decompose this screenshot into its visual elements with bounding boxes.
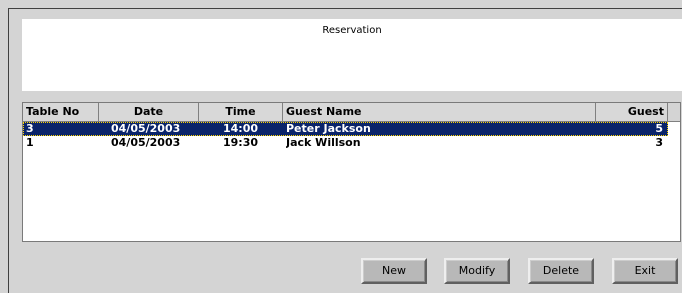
- column-header-guest-name[interactable]: Guest Name: [283, 103, 596, 121]
- cell-guests: 5: [655, 122, 663, 135]
- list-header: Table No Date Time Guest Name Guest: [23, 103, 668, 122]
- delete-button[interactable]: Delete: [528, 258, 594, 284]
- exit-button[interactable]: Exit: [612, 258, 678, 284]
- cell-guests: 3: [655, 136, 663, 149]
- header-filler: [668, 103, 680, 122]
- cell-table-no: 1: [26, 136, 34, 149]
- column-header-table-no[interactable]: Table No: [23, 103, 99, 121]
- panel-title: Reservation: [322, 25, 382, 36]
- modify-button[interactable]: Modify: [444, 258, 510, 284]
- cell-guest-name: Peter Jackson: [286, 122, 371, 135]
- table-row[interactable]: 1 04/05/2003 19:30 Jack Willson 3: [23, 136, 668, 150]
- reservation-list[interactable]: Table No Date Time Guest Name Guest 3 04…: [22, 102, 681, 242]
- table-row[interactable]: 3 04/05/2003 14:00 Peter Jackson 5: [23, 122, 668, 136]
- new-button[interactable]: New: [361, 258, 427, 284]
- column-header-guest[interactable]: Guest: [596, 103, 668, 121]
- column-header-time[interactable]: Time: [199, 103, 283, 121]
- column-header-date[interactable]: Date: [99, 103, 199, 121]
- cell-date: 04/05/2003: [111, 136, 181, 149]
- cell-time: 14:00: [223, 122, 259, 135]
- cell-date: 04/05/2003: [111, 122, 181, 135]
- cell-guest-name: Jack Willson: [286, 136, 361, 149]
- cell-table-no: 3: [26, 122, 34, 135]
- title-panel: Reservation: [22, 19, 682, 91]
- cell-time: 19:30: [223, 136, 259, 149]
